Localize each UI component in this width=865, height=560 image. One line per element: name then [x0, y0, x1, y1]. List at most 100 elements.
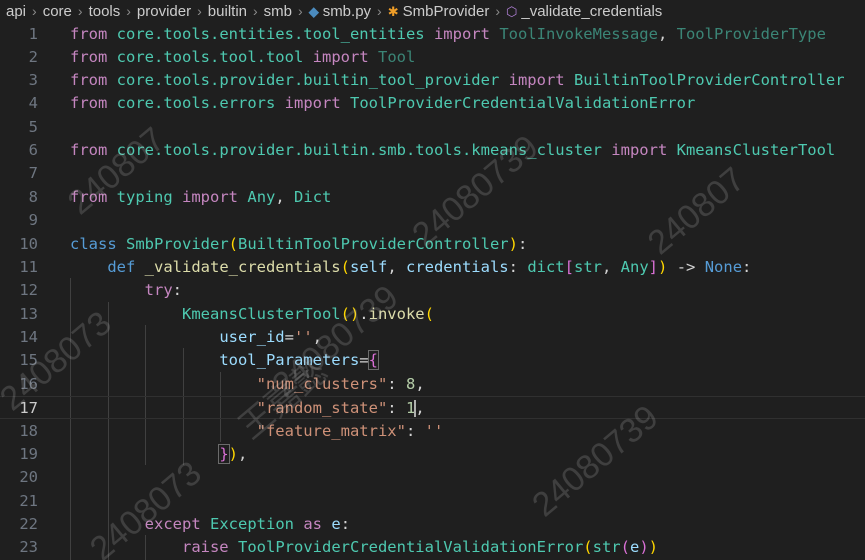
- line-number: 8: [28, 188, 38, 206]
- breadcrumb-file-label: smb.py: [322, 2, 372, 20]
- code-line[interactable]: 20: [0, 466, 865, 489]
- line-number: 19: [19, 445, 38, 463]
- module-name: core.tools.provider.builtin.smb.tools.km…: [116, 141, 602, 159]
- constant: None: [704, 258, 743, 276]
- line-number: 22: [19, 515, 38, 533]
- line-number: 13: [19, 305, 38, 323]
- code-line[interactable]: 12 try:: [0, 279, 865, 302]
- keyword: as: [303, 515, 323, 533]
- keyword: from: [70, 94, 108, 112]
- line-code: }),: [218, 444, 248, 464]
- line-code: def _validate_credentials(self, credenti…: [107, 258, 752, 276]
- dict-key: "num_clusters": [256, 375, 388, 393]
- line-number: 23: [19, 538, 38, 556]
- module-name: core.tools.errors: [116, 94, 276, 112]
- module-name: core.tools.provider.builtin_tool_provide…: [116, 71, 500, 89]
- code-line-current[interactable]: 17 "random_state": 1,: [0, 396, 865, 420]
- code-line[interactable]: 23 raise ToolProviderCredentialValidatio…: [0, 536, 865, 559]
- code-line[interactable]: 2 from core.tools.tool.tool import Tool: [0, 46, 865, 69]
- code-line[interactable]: 19 }),: [0, 443, 865, 466]
- keyword: except: [144, 515, 201, 533]
- code-line[interactable]: 15 tool_Parameters={: [0, 349, 865, 372]
- parameter: credentials: [405, 258, 509, 276]
- line-code: "random_state": 1,: [256, 399, 425, 417]
- code-line[interactable]: 16 "num_clusters": 8,: [0, 373, 865, 396]
- number-literal: 8: [405, 375, 416, 393]
- code-line[interactable]: 7: [0, 162, 865, 185]
- class-symbol-icon: ✱: [387, 3, 399, 19]
- line-code: class SmbProvider(BuiltinToolProviderCon…: [70, 235, 528, 253]
- line-code: from core.tools.errors import ToolProvid…: [70, 92, 695, 115]
- code-line[interactable]: 9: [0, 209, 865, 232]
- breadcrumb-item-tools[interactable]: tools: [87, 3, 123, 20]
- line-code: "feature_matrix": '': [256, 422, 444, 440]
- class-name: ToolProviderCredentialValidationError: [238, 538, 584, 556]
- code-line[interactable]: 8 from typing import Any, Dict: [0, 186, 865, 209]
- keyword: def: [107, 258, 136, 276]
- breadcrumb-item-smb[interactable]: smb: [262, 3, 294, 20]
- breadcrumb-item-class[interactable]: ✱ SmbProvider: [386, 3, 492, 20]
- line-number: 12: [19, 281, 38, 299]
- breadcrumb-item-core[interactable]: core: [41, 3, 74, 20]
- keyword: import: [312, 48, 369, 66]
- line-number: 10: [19, 235, 38, 253]
- line-number: 15: [19, 351, 38, 369]
- keyword: import: [182, 188, 239, 206]
- chevron-right-icon: ›: [377, 3, 382, 19]
- chevron-right-icon: ›: [197, 3, 202, 19]
- code-line[interactable]: 22 except Exception as e:: [0, 513, 865, 536]
- code-line[interactable]: 5: [0, 116, 865, 139]
- code-line[interactable]: 11 def _validate_credentials(self, crede…: [0, 256, 865, 279]
- type-name: dict: [527, 258, 565, 276]
- breadcrumb-item-file[interactable]: ◆ smb.py: [307, 3, 373, 20]
- keyword: import: [433, 25, 490, 43]
- code-line[interactable]: 10 class SmbProvider(BuiltinToolProvider…: [0, 233, 865, 256]
- code-line[interactable]: 1 from core.tools.entities.tool_entities…: [0, 23, 865, 46]
- keyword: from: [70, 141, 108, 159]
- chevron-right-icon: ›: [298, 3, 303, 19]
- code-editor[interactable]: 1 from core.tools.entities.tool_entities…: [0, 22, 865, 560]
- code-line[interactable]: 14 user_id='',: [0, 326, 865, 349]
- line-number: 6: [28, 141, 38, 159]
- code-line[interactable]: 4 from core.tools.errors import ToolProv…: [0, 92, 865, 115]
- dict-key: "random_state": [256, 399, 388, 417]
- line-number: 14: [19, 328, 38, 346]
- keyword: from: [70, 48, 108, 66]
- imported-name: Any: [247, 188, 276, 206]
- line-number: 7: [28, 164, 38, 182]
- operator: ->: [676, 258, 696, 276]
- code-line[interactable]: 13 KmeansClusterTool().invoke(: [0, 303, 865, 326]
- code-line[interactable]: 21: [0, 490, 865, 513]
- argument-name: tool_Parameters: [219, 351, 360, 369]
- chevron-right-icon: ›: [495, 3, 500, 19]
- breadcrumb-item-builtin[interactable]: builtin: [206, 3, 249, 20]
- module-name: core.tools.entities.tool_entities: [116, 25, 425, 43]
- code-line[interactable]: 3 from core.tools.provider.builtin_tool_…: [0, 69, 865, 92]
- breadcrumb-item-api[interactable]: api: [0, 3, 28, 20]
- line-code: try:: [144, 281, 182, 299]
- type-name: str: [573, 258, 602, 276]
- keyword: raise: [181, 538, 229, 556]
- breadcrumb-method-label: _validate_credentials: [521, 2, 663, 20]
- imported-name: Tool: [378, 48, 416, 66]
- line-number: 18: [19, 422, 38, 440]
- breadcrumb: api › core › tools › provider › builtin …: [0, 0, 865, 22]
- dict-key: "feature_matrix": [256, 422, 406, 440]
- keyword: import: [611, 141, 668, 159]
- variable: e: [331, 515, 341, 533]
- builtin-name: str: [592, 538, 621, 556]
- keyword: from: [70, 188, 108, 206]
- python-file-icon: ◆: [308, 3, 319, 19]
- line-code: raise ToolProviderCredentialValidationEr…: [181, 538, 658, 556]
- breadcrumb-item-provider[interactable]: provider: [135, 3, 193, 20]
- line-number: 4: [28, 94, 38, 112]
- keyword: try: [144, 281, 173, 299]
- chevron-right-icon: ›: [32, 3, 37, 19]
- imported-name: BuiltinToolProviderController: [573, 71, 845, 89]
- breadcrumb-item-method[interactable]: ⬡ _validate_credentials: [504, 3, 664, 20]
- code-line[interactable]: 18 "feature_matrix": '': [0, 420, 865, 443]
- code-line[interactable]: 6 from core.tools.provider.builtin.smb.t…: [0, 139, 865, 162]
- argument-name: user_id: [219, 328, 285, 346]
- line-code: tool_Parameters={: [219, 350, 380, 370]
- line-number: 2: [28, 48, 38, 66]
